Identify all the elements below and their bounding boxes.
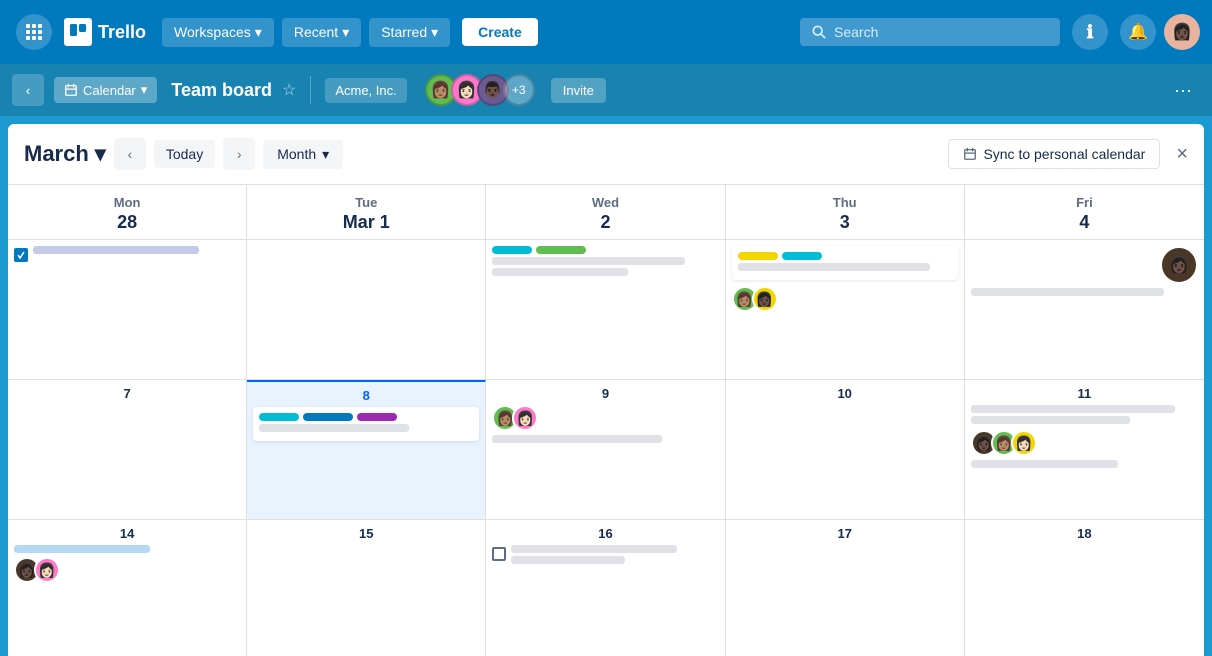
invite-button[interactable]: Invite bbox=[551, 78, 606, 103]
day-header-tue: Tue Mar 1 bbox=[247, 185, 486, 239]
avatar-wed9-2[interactable]: 👩🏻 bbox=[512, 405, 538, 431]
trello-logo-icon bbox=[64, 18, 92, 46]
search-input[interactable] bbox=[834, 24, 1034, 40]
checkbox-unchecked bbox=[492, 547, 506, 561]
top-navigation: Trello Workspaces ▾ Recent ▾ Starred ▾ C… bbox=[0, 0, 1212, 64]
today-button[interactable]: Today bbox=[154, 140, 215, 168]
more-members-badge[interactable]: +3 bbox=[503, 74, 535, 106]
card-feb28-1[interactable] bbox=[14, 246, 240, 262]
checkbox-checked bbox=[14, 248, 28, 262]
info-button[interactable]: ℹ bbox=[1072, 14, 1108, 50]
board-header: ‹ Calendar ▾ Team board ☆ Acme, Inc. 👩🏽 … bbox=[0, 64, 1212, 116]
recent-menu-button[interactable]: Recent ▾ bbox=[282, 18, 361, 47]
board-title: Team board bbox=[171, 80, 272, 101]
day-header-wed: Wed 2 bbox=[486, 185, 725, 239]
cell-mar16[interactable]: 16 bbox=[486, 520, 725, 656]
label-teal bbox=[492, 246, 532, 254]
cell-mar7[interactable]: 7 bbox=[8, 380, 247, 520]
calendar-icon bbox=[64, 83, 78, 97]
cell-mar9[interactable]: 9 👩🏽 👩🏻 bbox=[486, 380, 725, 520]
day-header-fri: Fri 4 bbox=[965, 185, 1204, 239]
day-header-mon: Mon 28 bbox=[8, 185, 247, 239]
star-button[interactable]: ☆ bbox=[282, 80, 296, 100]
grid-menu-button[interactable] bbox=[16, 14, 52, 50]
cell-mar3[interactable]: 👩🏽 👩🏿 bbox=[726, 240, 965, 380]
label-purple bbox=[357, 413, 397, 421]
cell-mar2[interactable] bbox=[486, 240, 725, 380]
label-green bbox=[536, 246, 586, 254]
workspace-button[interactable]: Acme, Inc. bbox=[325, 78, 406, 103]
calendar-grid: 👩🏽 👩🏿 👩🏿 7 8 bbox=[8, 240, 1204, 656]
search-bar[interactable] bbox=[800, 18, 1060, 46]
label-yellow bbox=[738, 252, 778, 260]
more-options-button[interactable]: ··· bbox=[1166, 76, 1200, 105]
label-teal2 bbox=[782, 252, 822, 260]
calendar-container: March ▾ ‹ Today › Month ▾ Sync to person… bbox=[8, 124, 1204, 656]
cell-mar4[interactable]: 👩🏿 bbox=[965, 240, 1204, 380]
sync-calendar-button[interactable]: Sync to personal calendar bbox=[948, 139, 1160, 169]
cell-mar14[interactable]: 14 👩🏿 👩🏻 bbox=[8, 520, 247, 656]
calendar-toolbar: March ▾ ‹ Today › Month ▾ Sync to person… bbox=[8, 124, 1204, 185]
cell-feb28[interactable] bbox=[8, 240, 247, 380]
main-content: March ▾ ‹ Today › Month ▾ Sync to person… bbox=[0, 116, 1212, 656]
cell-mar10[interactable]: 10 bbox=[726, 380, 965, 520]
cell-mar15[interactable]: 15 bbox=[247, 520, 486, 656]
view-mode-button[interactable]: Month ▾ bbox=[263, 140, 343, 169]
cell-mar8-today[interactable]: 8 bbox=[247, 380, 486, 520]
sync-icon bbox=[963, 147, 977, 161]
month-title[interactable]: March ▾ bbox=[24, 141, 106, 167]
close-calendar-button[interactable]: × bbox=[1176, 143, 1188, 166]
next-month-button[interactable]: › bbox=[223, 138, 255, 170]
cell-mar18[interactable]: 18 bbox=[965, 520, 1204, 656]
create-button[interactable]: Create bbox=[462, 18, 538, 46]
day-header-thu: Thu 3 bbox=[726, 185, 965, 239]
avatar-fri11-3[interactable]: 👩🏻 bbox=[1011, 430, 1037, 456]
cell-mar1[interactable] bbox=[247, 240, 486, 380]
workspaces-menu-button[interactable]: Workspaces ▾ bbox=[162, 18, 274, 47]
search-icon bbox=[812, 25, 826, 39]
user-avatar[interactable]: 👩🏿 bbox=[1164, 14, 1200, 50]
cell-mar11[interactable]: 11 👩🏿 👩🏽 👩🏻 bbox=[965, 380, 1204, 520]
calendar-day-headers: Mon 28 Tue Mar 1 Wed 2 Thu 3 Fri 4 bbox=[8, 185, 1204, 240]
starred-menu-button[interactable]: Starred ▾ bbox=[369, 18, 450, 47]
label-teal3 bbox=[259, 413, 299, 421]
sidebar-toggle-button[interactable]: ‹ bbox=[12, 74, 44, 106]
avatar-fri4[interactable]: 👩🏿 bbox=[1160, 246, 1198, 284]
divider bbox=[310, 76, 311, 104]
avatar-mon14-2[interactable]: 👩🏻 bbox=[34, 557, 60, 583]
cell-mar17[interactable]: 17 bbox=[726, 520, 965, 656]
view-selector-button[interactable]: Calendar ▾ bbox=[54, 77, 157, 103]
trello-logo[interactable]: Trello bbox=[64, 18, 146, 46]
prev-month-button[interactable]: ‹ bbox=[114, 138, 146, 170]
board-members: 👩🏽 👩🏻 👨🏿 +3 bbox=[425, 74, 535, 106]
avatar-thu3-2[interactable]: 👩🏿 bbox=[752, 286, 778, 312]
label-blue bbox=[303, 413, 353, 421]
notifications-button[interactable]: 🔔 bbox=[1120, 14, 1156, 50]
